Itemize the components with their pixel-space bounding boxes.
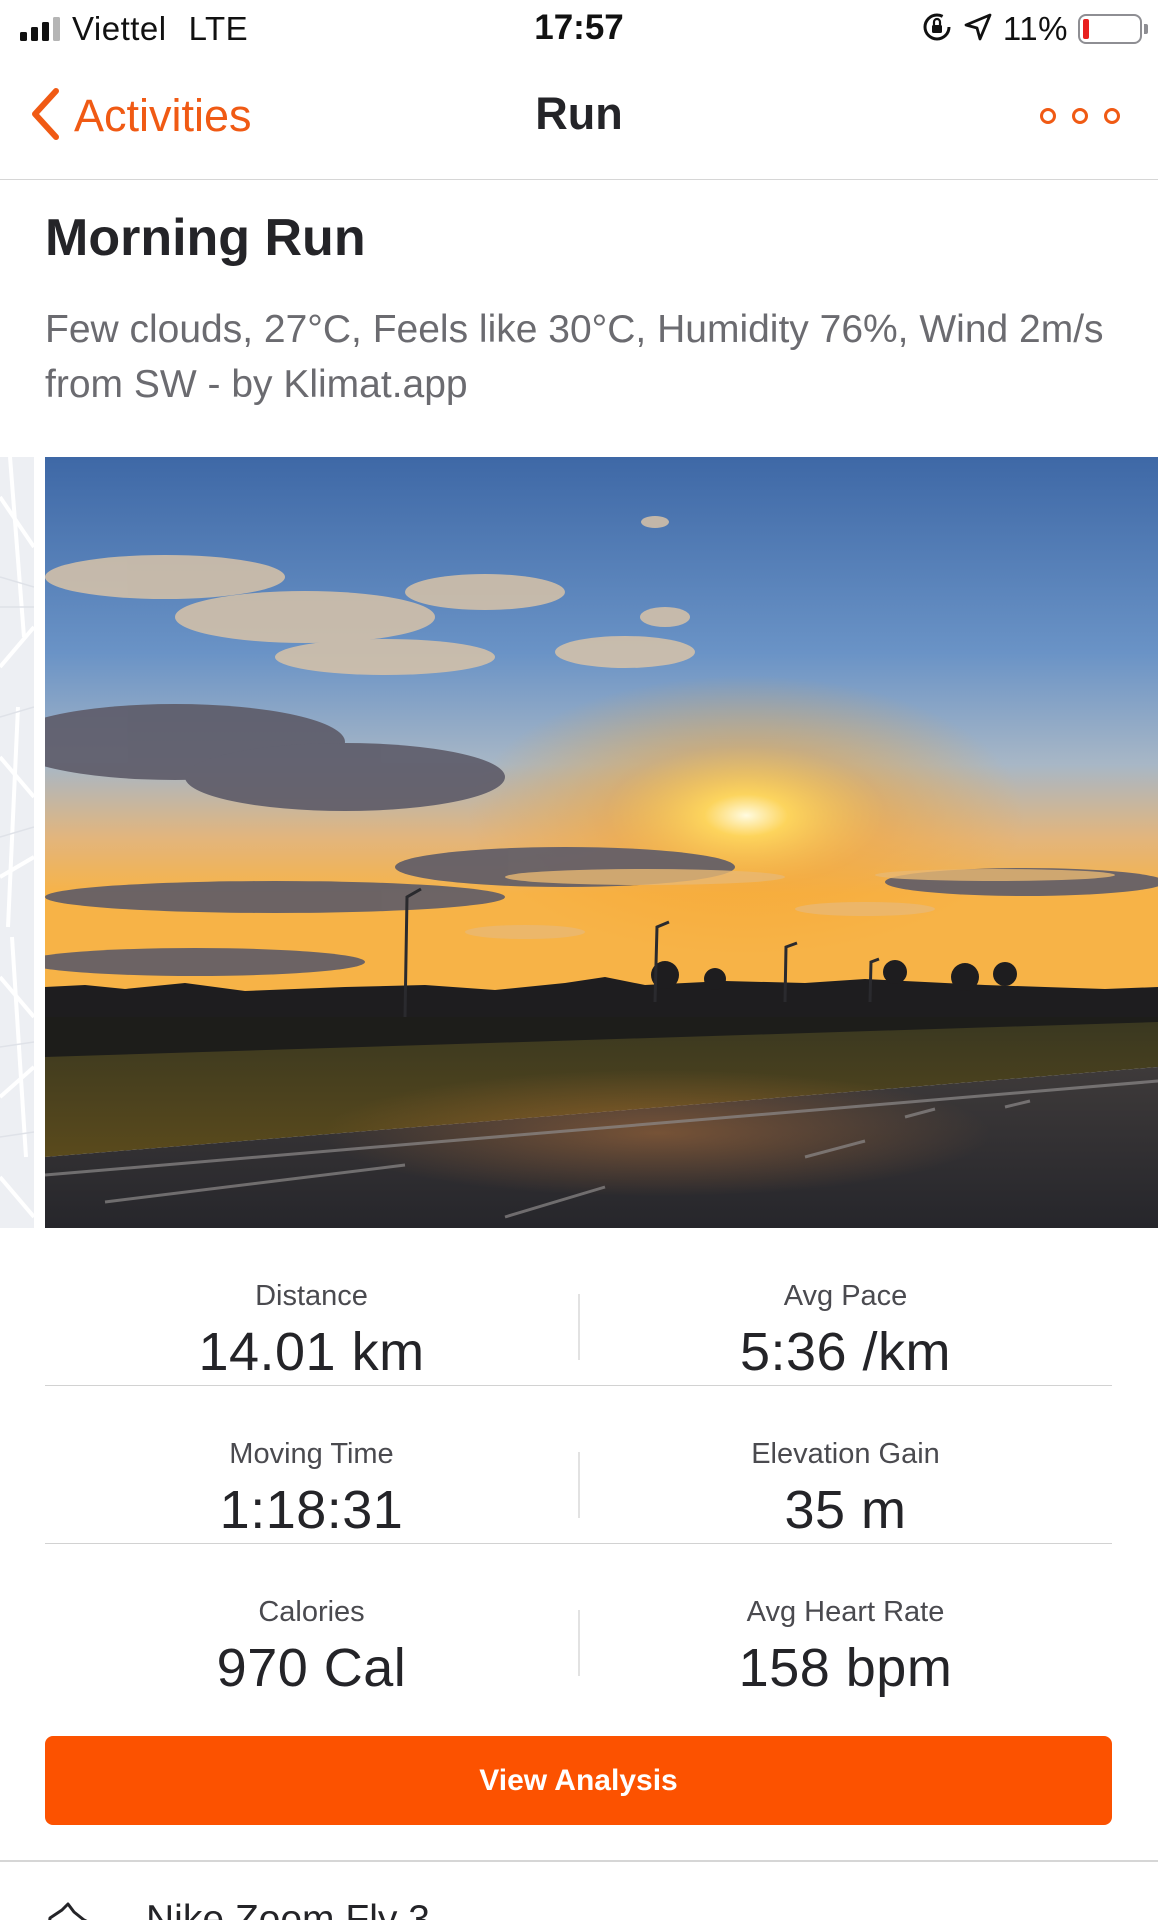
activity-title: Morning Run (45, 209, 366, 267)
status-right: 11% (921, 8, 1148, 50)
back-button-label: Activities (74, 90, 252, 141)
route-map-thumbnail[interactable] (0, 457, 34, 1228)
more-options-icon[interactable] (1040, 98, 1120, 134)
stat-calories: Calories 970 Cal (45, 1544, 578, 1702)
battery-percentage: 11% (1002, 10, 1068, 47)
stat-label: Distance (255, 1280, 368, 1312)
view-analysis-button[interactable]: View Analysis (45, 1736, 1112, 1825)
activity-stats: Distance 14.01 km Avg Pace 5:36 /km Movi… (45, 1228, 1112, 1702)
back-button[interactable]: Activities (30, 86, 252, 146)
sunset-over-road-photo[interactable] (45, 457, 1158, 1228)
stat-elevation-gain: Elevation Gain 35 m (579, 1386, 1112, 1544)
gear-row[interactable]: Nike Zoom Fly 3 (0, 1862, 1158, 1920)
stat-avg-heart-rate: Avg Heart Rate 158 bpm (579, 1544, 1112, 1702)
stat-label: Calories (258, 1596, 365, 1628)
stat-label: Elevation Gain (751, 1438, 940, 1470)
stat-value: 970 Cal (216, 1638, 407, 1698)
gear-name: Nike Zoom Fly 3 (146, 1898, 430, 1920)
location-arrow-icon (963, 12, 993, 47)
stat-row: Calories 970 Cal Avg Heart Rate 158 bpm (45, 1544, 1112, 1702)
stat-value: 5:36 /km (739, 1322, 952, 1382)
navigation-bar: Activities Run (0, 58, 1158, 180)
stat-moving-time: Moving Time 1:18:31 (45, 1386, 578, 1544)
stat-value: 1:18:31 (219, 1480, 404, 1540)
stat-label: Avg Heart Rate (746, 1596, 945, 1628)
stat-label: Avg Pace (783, 1280, 908, 1312)
stat-label: Moving Time (229, 1438, 394, 1470)
stat-row: Distance 14.01 km Avg Pace 5:36 /km (45, 1228, 1112, 1386)
stat-row: Moving Time 1:18:31 Elevation Gain 35 m (45, 1386, 1112, 1544)
orientation-lock-icon (921, 11, 953, 48)
stat-avg-pace: Avg Pace 5:36 /km (579, 1228, 1112, 1386)
battery-icon (1078, 14, 1148, 44)
stat-distance: Distance 14.01 km (45, 1228, 578, 1386)
activity-description: Few clouds, 27°C, Feels like 30°C, Humid… (45, 308, 1104, 406)
chevron-left-icon (30, 87, 60, 146)
stat-value: 14.01 km (198, 1322, 425, 1382)
stat-value: 35 m (784, 1480, 907, 1540)
stat-value: 158 bpm (738, 1638, 953, 1698)
shoe-icon (44, 1900, 100, 1920)
status-bar: Viettel LTE 17:57 11% (0, 0, 1158, 58)
